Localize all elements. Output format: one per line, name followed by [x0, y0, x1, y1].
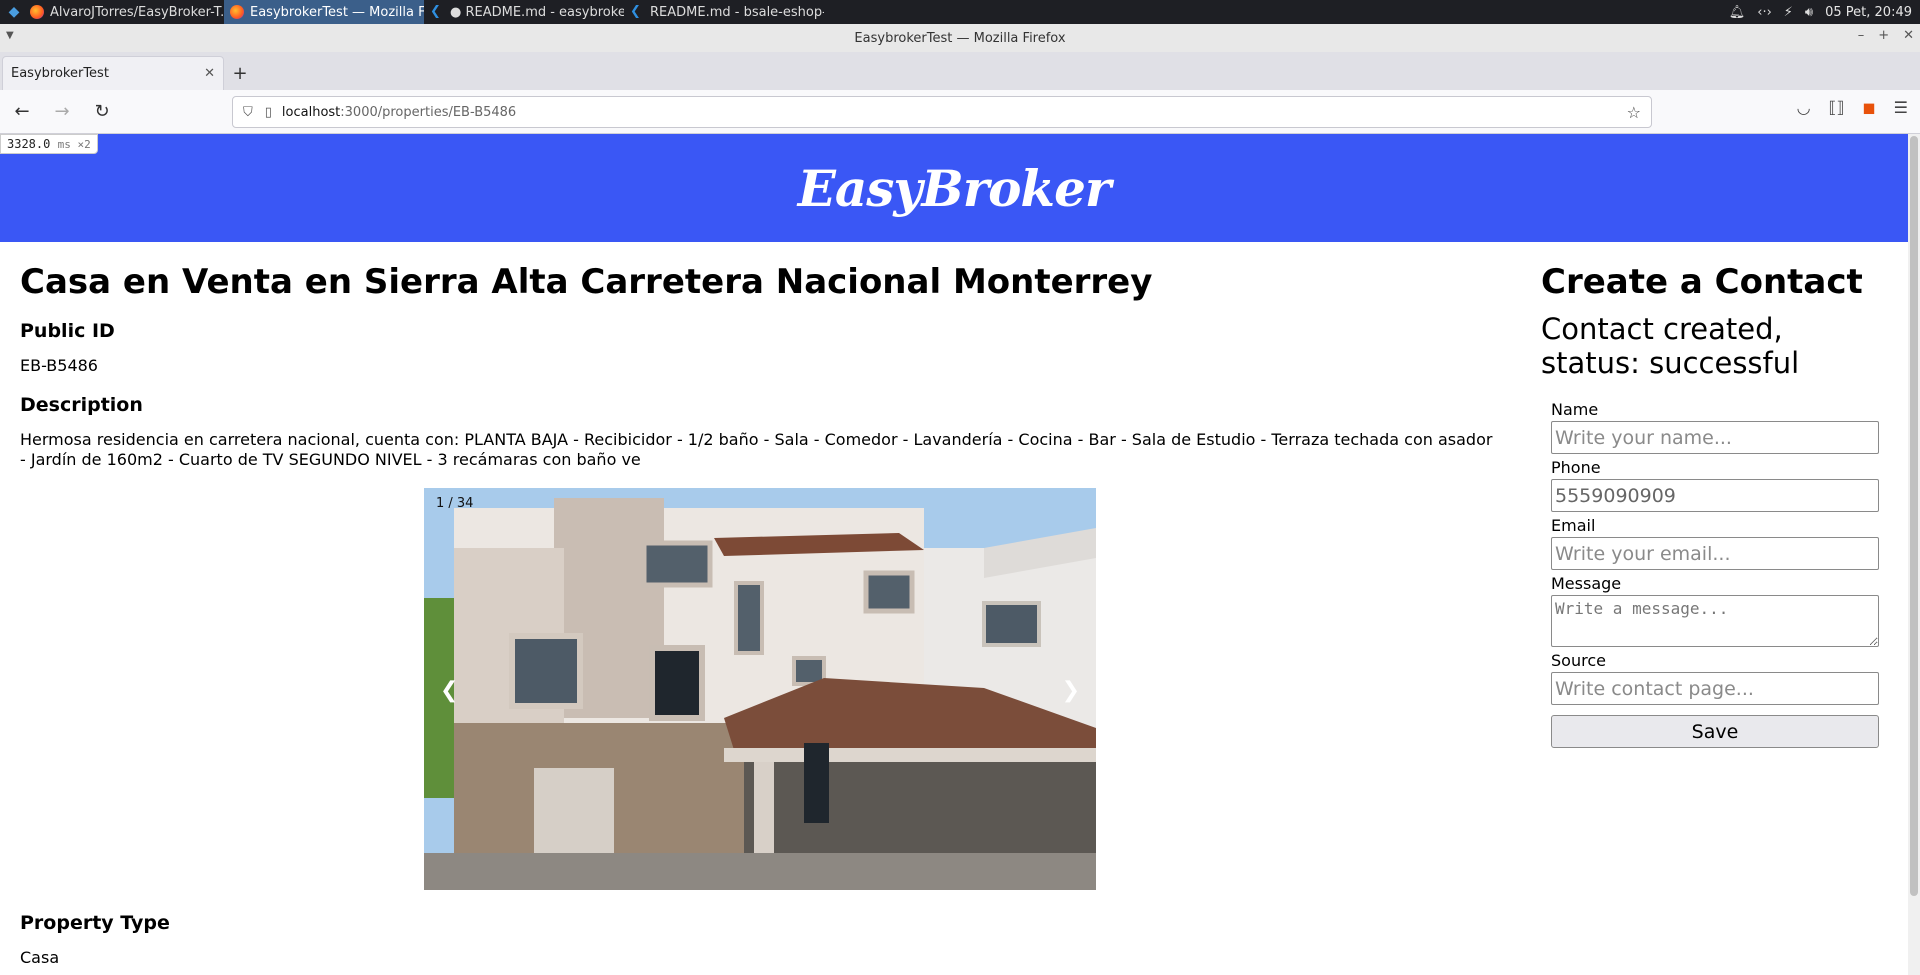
- property-type-label: Property Type: [20, 912, 170, 934]
- system-clock[interactable]: 05 Pet, 20:49: [1825, 5, 1912, 20]
- taskbar-item-vscode-2[interactable]: ❮ README.md - bsale-eshop-...: [624, 0, 824, 24]
- firefox-icon: [30, 5, 44, 19]
- app-menu-icon[interactable]: ◆: [4, 2, 24, 22]
- tab-label: EasybrokerTest: [11, 66, 109, 81]
- close-tab-icon[interactable]: ✕: [204, 66, 215, 81]
- public-id-value: EB-B5486: [20, 356, 98, 375]
- carousel-next-icon[interactable]: ❯: [1062, 678, 1080, 703]
- property-title: Casa en Venta en Sierra Alta Carretera N…: [20, 262, 1153, 302]
- window-menu-icon[interactable]: ▼: [6, 30, 14, 41]
- page-viewport: EasyBroker Casa en Venta en Sierra Alta …: [0, 134, 1908, 975]
- contact-title: Create a Contact: [1541, 262, 1863, 302]
- power-icon[interactable]: ⚡︎: [1784, 5, 1793, 20]
- minimize-icon[interactable]: –: [1858, 28, 1865, 43]
- property-photo: [424, 488, 1096, 890]
- tracking-shield-icon[interactable]: ⛉: [243, 105, 253, 120]
- email-field[interactable]: [1551, 537, 1879, 570]
- source-label: Source: [1551, 651, 1606, 670]
- brand-logo[interactable]: EasyBroker: [798, 159, 1111, 218]
- url-host: localhost: [281, 104, 341, 120]
- message-label: Message: [1551, 574, 1622, 593]
- back-button[interactable]: ←: [4, 96, 40, 128]
- phone-field[interactable]: [1551, 479, 1879, 512]
- public-id-label: Public ID: [20, 320, 115, 342]
- taskbar-item-label: README.md - bsale-eshop-...: [650, 4, 824, 20]
- hamburger-menu-icon[interactable]: ☰: [1894, 98, 1908, 117]
- address-bar[interactable]: ⛉ ▯ localhost:3000/properties/EB-B5486 ☆: [232, 96, 1652, 128]
- taskbar-item-github[interactable]: AlvaroJTorres/EasyBroker-T...: [24, 0, 224, 24]
- pocket-icon[interactable]: ◡: [1797, 98, 1811, 117]
- phone-label: Phone: [1551, 458, 1601, 477]
- window-title: EasybrokerTest — Mozilla Firefox: [854, 30, 1066, 46]
- page-info-icon[interactable]: ▯: [265, 105, 272, 120]
- load-timing-badge: 3328.0 ms ×2: [0, 134, 98, 154]
- bookmark-star-icon[interactable]: ☆: [1627, 103, 1641, 122]
- os-taskbar: ◆ AlvaroJTorres/EasyBroker-T... Easybrok…: [0, 0, 1920, 24]
- contact-status-message: Contact created, status: successful: [1541, 312, 1800, 380]
- network-icon[interactable]: ‹·›: [1757, 5, 1772, 20]
- taskbar-item-firefox[interactable]: EasybrokerTest — Mozilla Fi...: [224, 0, 424, 24]
- browser-tab[interactable]: EasybrokerTest ✕: [2, 56, 224, 90]
- notification-bell-icon[interactable]: 🔔︎: [1729, 5, 1746, 20]
- window-titlebar: ▼ EasybrokerTest — Mozilla Firefox – + ✕: [0, 24, 1920, 52]
- extension-icon[interactable]: ⟦⟧: [1829, 98, 1845, 117]
- taskbar-item-label: ● README.md - easybroker...: [450, 4, 624, 20]
- property-type-value: Casa: [20, 948, 60, 967]
- name-label: Name: [1551, 400, 1599, 419]
- taskbar-item-vscode-1[interactable]: ❮ ● README.md - easybroker...: [424, 0, 624, 24]
- contact-form: Name Phone Email Message Source Save: [1541, 400, 1879, 748]
- scrollbar-thumb[interactable]: [1910, 136, 1918, 896]
- description-label: Description: [20, 394, 143, 416]
- site-header: EasyBroker: [0, 134, 1908, 242]
- reload-button[interactable]: ↻: [84, 96, 120, 128]
- timing-unit: ms ×2: [57, 138, 91, 151]
- vscode-icon: ❮: [630, 4, 641, 19]
- image-carousel[interactable]: 1 / 34 ❮ ❯: [424, 488, 1096, 890]
- url-path: :3000/properties/EB-B5486: [340, 104, 517, 120]
- firefox-icon: [230, 5, 244, 19]
- volume-icon[interactable]: 🔊︎: [1805, 5, 1813, 20]
- close-window-icon[interactable]: ✕: [1903, 28, 1914, 43]
- taskbar-item-label: EasybrokerTest — Mozilla Fi...: [250, 4, 424, 20]
- source-field[interactable]: [1551, 672, 1879, 705]
- navigation-toolbar: ← → ↻ ⛉ ▯ localhost:3000/properties/EB-B…: [0, 90, 1920, 134]
- carousel-counter: 1 / 34: [436, 496, 474, 511]
- message-field[interactable]: [1551, 595, 1879, 647]
- page-scrollbar[interactable]: [1908, 134, 1920, 975]
- new-tab-button[interactable]: +: [224, 56, 256, 90]
- save-button[interactable]: Save: [1551, 715, 1879, 748]
- description-text: Hermosa residencia en carretera nacional…: [20, 430, 1493, 469]
- addon-icon[interactable]: ◼: [1862, 98, 1875, 117]
- taskbar-item-label: AlvaroJTorres/EasyBroker-T...: [50, 4, 224, 20]
- email-label: Email: [1551, 516, 1596, 535]
- property-details: Casa en Venta en Sierra Alta Carretera N…: [0, 242, 1520, 968]
- tab-strip: EasybrokerTest ✕ +: [0, 52, 1920, 90]
- forward-button[interactable]: →: [44, 96, 80, 128]
- contact-panel: Create a Contact Contact created, status…: [1520, 242, 1890, 968]
- timing-value: 3328.0: [7, 137, 51, 151]
- maximize-icon[interactable]: +: [1878, 28, 1889, 43]
- carousel-prev-icon[interactable]: ❮: [440, 678, 458, 703]
- vscode-icon: ❮: [430, 4, 441, 19]
- name-field[interactable]: [1551, 421, 1879, 454]
